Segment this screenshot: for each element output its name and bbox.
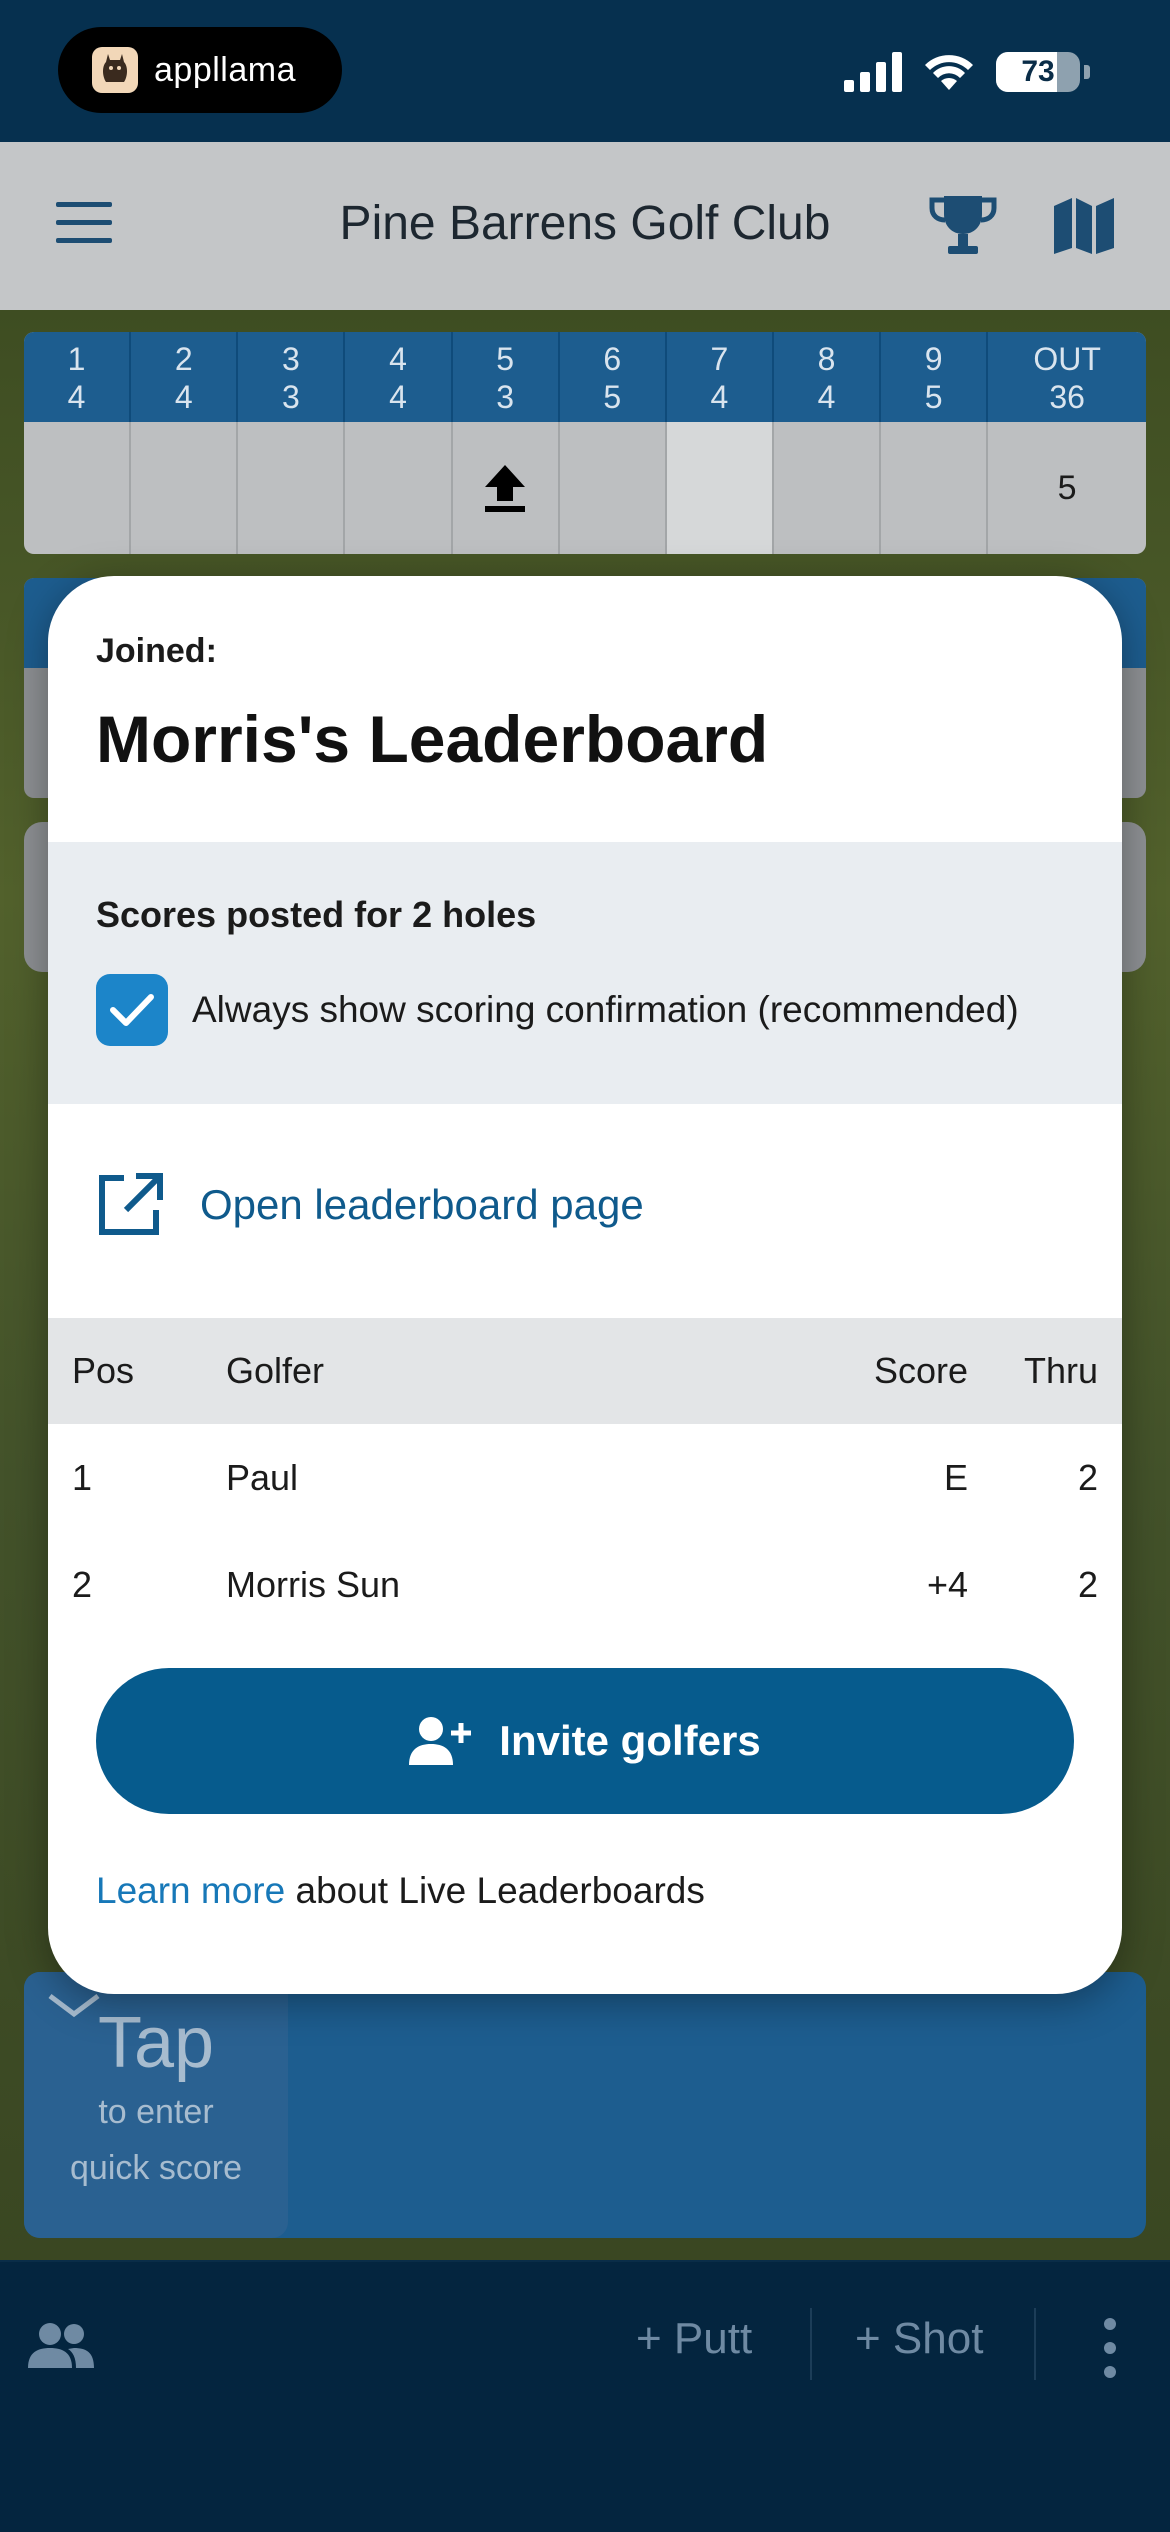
hole-score[interactable] <box>131 422 239 554</box>
learn-more-row: Learn more about Live Leaderboards <box>96 1870 705 1912</box>
hole-header[interactable]: 53 <box>453 332 560 422</box>
confirmation-label: Always show scoring confirmation (recomm… <box>192 989 1019 1030</box>
hole-score-current[interactable] <box>666 422 774 554</box>
battery-indicator: 73 <box>996 52 1080 92</box>
hole-header[interactable]: 95 <box>881 332 989 422</box>
scorecard-scores: 5 <box>24 422 1146 554</box>
add-shot-button[interactable]: + Shot <box>855 2314 983 2364</box>
trophy-icon[interactable] <box>928 194 998 258</box>
hole-header[interactable]: 44 <box>345 332 453 422</box>
hole-score[interactable] <box>774 422 882 554</box>
learn-more-text: about Live Leaderboards <box>285 1870 705 1911</box>
scores-posted-section: Scores posted for 2 holes Always show sc… <box>48 842 1122 1104</box>
add-putt-button[interactable]: + Putt <box>636 2314 752 2364</box>
system-icons: 73 <box>844 52 1090 92</box>
scores-posted-text: Scores posted for 2 holes <box>96 894 537 935</box>
hole-score[interactable] <box>345 422 453 554</box>
status-bar: appllama 73 <box>0 0 1170 142</box>
row-thru: 2 <box>1077 1456 1098 1498</box>
confirmation-checkbox[interactable] <box>96 974 168 1046</box>
column-thru: Thru <box>1023 1350 1098 1391</box>
row-pos: 2 <box>72 1563 93 1605</box>
checkmark-icon <box>110 994 154 1026</box>
hole-score[interactable] <box>24 422 132 554</box>
divider <box>1034 2308 1036 2380</box>
battery-level: 73 <box>1021 55 1055 88</box>
out-header: OUT 36 <box>1033 341 1101 415</box>
more-options-icon[interactable] <box>1100 2318 1120 2378</box>
hole-score[interactable] <box>560 422 667 554</box>
app-header: Pine Barrens Golf Club <box>0 142 1170 310</box>
row-score: E <box>943 1456 968 1498</box>
open-leaderboard-link[interactable]: Open leaderboard page <box>96 1172 644 1238</box>
table-row[interactable]: 1 Paul E 2 <box>48 1424 1122 1531</box>
scorecard-header: 14 24 33 44 53 65 74 84 95 OUT 36 <box>24 332 1146 422</box>
leaderboard-table: Pos Golfer Score Thru 1 Paul E 2 2 Morri… <box>48 1318 1122 1638</box>
hole-header[interactable]: 84 <box>774 332 882 422</box>
map-icon[interactable] <box>1052 196 1116 256</box>
divider <box>810 2308 812 2380</box>
open-leaderboard-label: Open leaderboard page <box>200 1181 644 1228</box>
row-thru: 2 <box>1077 1563 1098 1605</box>
wifi-icon <box>925 55 973 90</box>
hole-score[interactable] <box>881 422 989 554</box>
brand-pill[interactable]: appllama <box>58 27 342 113</box>
hole-score[interactable] <box>238 422 346 554</box>
leaderboard-modal: Joined: Morris's Leaderboard Scores post… <box>48 576 1122 1994</box>
column-pos: Pos <box>72 1350 135 1391</box>
quick-score-line1: to enter <box>98 2093 214 2131</box>
add-user-icon <box>409 1717 472 1765</box>
modal-title: Morris's Leaderboard <box>96 702 769 776</box>
table-row[interactable]: 2 Morris Sun +4 2 <box>48 1531 1122 1638</box>
row-score: +4 <box>926 1563 968 1605</box>
table-header: Pos Golfer Score Thru <box>48 1318 1122 1424</box>
hole-header[interactable]: 65 <box>560 332 667 422</box>
out-score: 5 <box>1057 468 1077 507</box>
row-golfer: Paul <box>226 1456 299 1498</box>
row-pos: 1 <box>72 1456 93 1498</box>
column-score: Score <box>873 1350 968 1391</box>
column-golfer: Golfer <box>226 1350 325 1391</box>
upload-icon <box>485 465 526 512</box>
invite-golfers-label: Invite golfers <box>499 1717 761 1764</box>
hole-score[interactable] <box>453 422 560 554</box>
row-golfer: Morris Sun <box>226 1563 401 1605</box>
chevron-down-icon <box>48 1994 100 2018</box>
hole-header[interactable]: 33 <box>238 332 346 422</box>
invite-golfers-button[interactable]: Invite golfers <box>96 1668 1074 1814</box>
bottom-toolbar: + Putt + Shot <box>0 2262 1170 2532</box>
quick-score-line2: quick score <box>70 2149 242 2187</box>
learn-more-link[interactable]: Learn more <box>96 1870 285 1911</box>
joined-label: Joined: <box>96 632 217 670</box>
hole-header[interactable]: 24 <box>131 332 239 422</box>
hole-header-current[interactable]: 74 <box>666 332 774 422</box>
llama-logo-icon <box>92 47 138 93</box>
scorecard[interactable]: 14 24 33 44 53 65 74 84 95 OUT 36 5 <box>24 332 1146 554</box>
hole-header[interactable]: 14 <box>24 332 132 422</box>
quick-score-button[interactable]: Tap to enter quick score <box>24 1972 288 2238</box>
modal-header: Joined: Morris's Leaderboard <box>48 576 1122 842</box>
signal-icon <box>844 52 902 92</box>
external-link-icon <box>99 1173 163 1235</box>
brand-name: appllama <box>154 50 296 89</box>
confirmation-toggle-row[interactable]: Always show scoring confirmation (recomm… <box>96 974 1074 1046</box>
group-icon[interactable] <box>26 2320 96 2370</box>
